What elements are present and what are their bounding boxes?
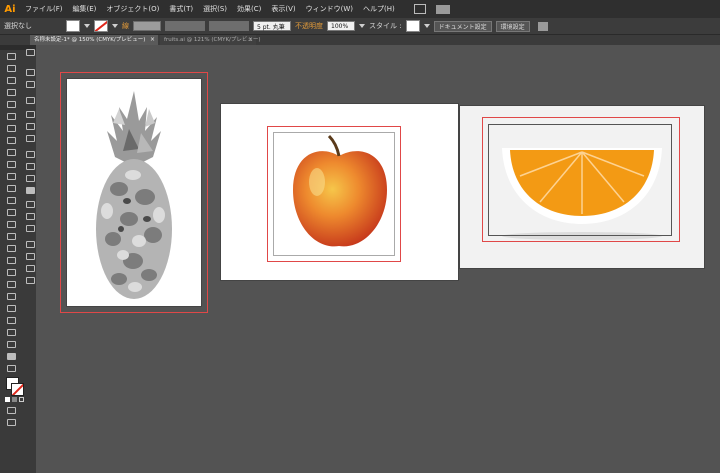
draw-mode-icon[interactable] xyxy=(7,407,16,414)
color-icon[interactable] xyxy=(26,187,35,194)
swatches-icon[interactable] xyxy=(26,201,35,208)
menu-edit[interactable]: 編集(E) xyxy=(68,4,102,14)
transparency-icon[interactable] xyxy=(26,175,35,182)
symbols-icon[interactable] xyxy=(26,225,35,232)
variable-width-dropdown[interactable] xyxy=(165,21,205,31)
appearance-icon[interactable] xyxy=(26,253,35,260)
align-icon[interactable] xyxy=(26,69,35,76)
illustrator-logo: Ai xyxy=(4,3,16,15)
stroke-weight-field[interactable] xyxy=(133,21,161,31)
menu-select[interactable]: 選択(S) xyxy=(198,4,232,14)
apple-trim-guide xyxy=(273,132,395,256)
tab-label: fruits.ai @ 121% (CMYK/プレビュー) xyxy=(164,37,261,43)
fill-color-swatch[interactable] xyxy=(66,20,80,32)
stroke-icon[interactable] xyxy=(26,151,35,158)
perspective-grid-icon[interactable] xyxy=(7,245,16,252)
eyedropper-icon[interactable] xyxy=(7,281,16,288)
artboards-icon[interactable] xyxy=(26,49,35,56)
preferences-button[interactable]: 環境設定 xyxy=(495,20,530,32)
width-icon[interactable] xyxy=(7,209,16,216)
stroke-label[interactable]: 線 xyxy=(122,21,129,31)
artboard-orange[interactable] xyxy=(460,106,704,268)
brush-definition-dropdown[interactable]: 5 pt. 丸筆 xyxy=(253,21,291,31)
layers-icon[interactable] xyxy=(26,265,35,272)
blend-icon[interactable] xyxy=(7,293,16,300)
free-transform-icon[interactable] xyxy=(7,221,16,228)
menu-help[interactable]: ヘルプ(H) xyxy=(358,4,400,14)
menu-object[interactable]: オブジェクト(O) xyxy=(101,4,164,14)
chevron-down-icon[interactable] xyxy=(84,24,90,28)
tools-panel xyxy=(0,45,36,473)
pathfinder-icon[interactable] xyxy=(26,97,35,104)
chevron-down-icon[interactable] xyxy=(423,24,430,28)
pencil-icon[interactable] xyxy=(7,161,16,168)
graphic-style-swatch[interactable] xyxy=(405,20,420,32)
bridge-icon[interactable] xyxy=(413,4,426,14)
opacity-field[interactable]: 100% xyxy=(327,21,355,31)
pen-icon[interactable] xyxy=(7,101,16,108)
artboard-icon[interactable] xyxy=(7,329,16,336)
artboard-apple[interactable] xyxy=(221,104,458,280)
rotate-icon[interactable] xyxy=(7,185,16,192)
magic-wand-icon[interactable] xyxy=(7,77,16,84)
close-icon[interactable]: × xyxy=(150,35,155,45)
none-mode-icon[interactable] xyxy=(19,397,24,402)
type-icon[interactable] xyxy=(7,113,16,120)
menu-view[interactable]: 表示(V) xyxy=(266,4,300,14)
rectangle-icon[interactable] xyxy=(7,137,16,144)
gradient-panel-icon[interactable] xyxy=(26,163,35,170)
menu-type[interactable]: 書式(T) xyxy=(164,4,198,14)
orange-trim-guide xyxy=(488,124,672,236)
stroke-color-swatch[interactable] xyxy=(94,20,108,32)
color-mode-icon[interactable] xyxy=(5,397,10,402)
brushes-icon[interactable] xyxy=(26,213,35,220)
line-icon[interactable] xyxy=(7,125,16,132)
gradient-mode-icon[interactable] xyxy=(12,397,17,402)
zoom-icon[interactable] xyxy=(7,365,16,372)
links-icon[interactable] xyxy=(26,277,35,284)
artboard-pineapple[interactable] xyxy=(67,79,201,306)
style-label: スタイル : xyxy=(369,22,402,30)
gradient-icon[interactable] xyxy=(7,269,16,276)
chevron-down-icon[interactable] xyxy=(359,24,365,28)
tab-untitled[interactable]: 名称未設定-1* @ 150% (CMYK/プレビュー) × xyxy=(30,35,158,45)
close-icon[interactable]: × xyxy=(248,35,253,45)
tab-fruits[interactable]: fruits.ai @ 121% (CMYK/プレビュー) × xyxy=(160,35,261,45)
eraser-icon[interactable] xyxy=(7,173,16,180)
menu-effect[interactable]: 効果(C) xyxy=(232,4,266,14)
mesh-icon[interactable] xyxy=(7,257,16,264)
menu-file[interactable]: ファイル(F) xyxy=(20,4,68,14)
lasso-icon[interactable] xyxy=(7,89,16,96)
document-tabs: 名称未設定-1* @ 150% (CMYK/プレビュー) × fruits.ai… xyxy=(0,35,720,45)
character-icon[interactable] xyxy=(26,123,35,130)
pineapple-image xyxy=(96,91,172,299)
document-setup-button[interactable]: ドキュメント設定 xyxy=(433,20,492,32)
paragraph-icon[interactable] xyxy=(26,111,35,118)
arrange-icon[interactable] xyxy=(537,21,548,31)
selection-status: 選択なし xyxy=(4,22,32,30)
opentype-icon[interactable] xyxy=(26,135,35,142)
scale-icon[interactable] xyxy=(7,197,16,204)
graphic-styles-icon[interactable] xyxy=(26,241,35,248)
hand-icon[interactable] xyxy=(7,353,16,360)
arrange-documents-icon[interactable] xyxy=(435,4,450,14)
shape-builder-icon[interactable] xyxy=(7,233,16,240)
control-bar: 選択なし 線 5 pt. 丸筆 不透明度 100% スタイル : ドキュメント設… xyxy=(0,18,720,35)
chevron-down-icon[interactable] xyxy=(112,24,118,28)
stroke-swatch[interactable] xyxy=(11,383,24,396)
screen-mode-icon[interactable] xyxy=(7,419,16,426)
opacity-label[interactable]: 不透明度 xyxy=(295,21,323,31)
symbol-sprayer-icon[interactable] xyxy=(7,305,16,312)
tab-label: 名称未設定-1* @ 150% (CMYK/プレビュー) xyxy=(34,37,146,43)
menu-bar: Ai ファイル(F) 編集(E) オブジェクト(O) 書式(T) 選択(S) 効… xyxy=(0,0,720,18)
stroke-profile-dropdown[interactable] xyxy=(209,21,249,31)
slice-icon[interactable] xyxy=(7,341,16,348)
transform-icon[interactable] xyxy=(26,81,35,88)
paintbrush-icon[interactable] xyxy=(7,149,16,156)
column-graph-icon[interactable] xyxy=(7,317,16,324)
menu-window[interactable]: ウィンドウ(W) xyxy=(301,4,358,14)
direct-selection-tool-icon[interactable] xyxy=(7,65,16,72)
selection-tool-icon[interactable] xyxy=(7,53,16,60)
